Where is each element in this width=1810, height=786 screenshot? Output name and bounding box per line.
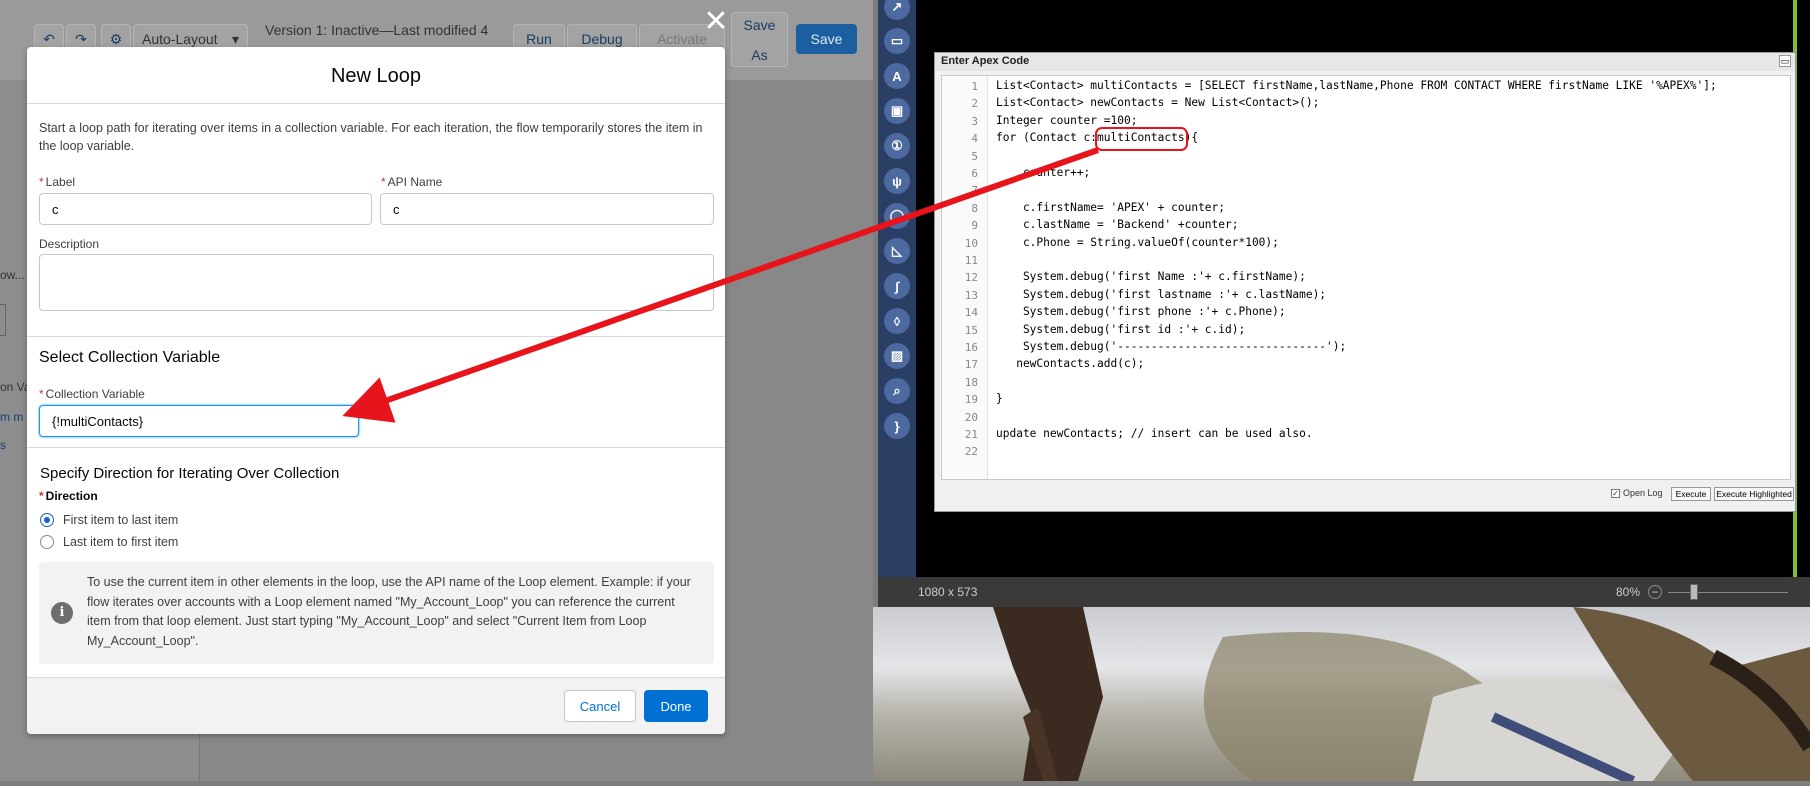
annotation-overlay bbox=[342, 127, 1188, 423]
annotation-arrow bbox=[342, 147, 1099, 423]
highlight-box bbox=[1095, 127, 1188, 151]
